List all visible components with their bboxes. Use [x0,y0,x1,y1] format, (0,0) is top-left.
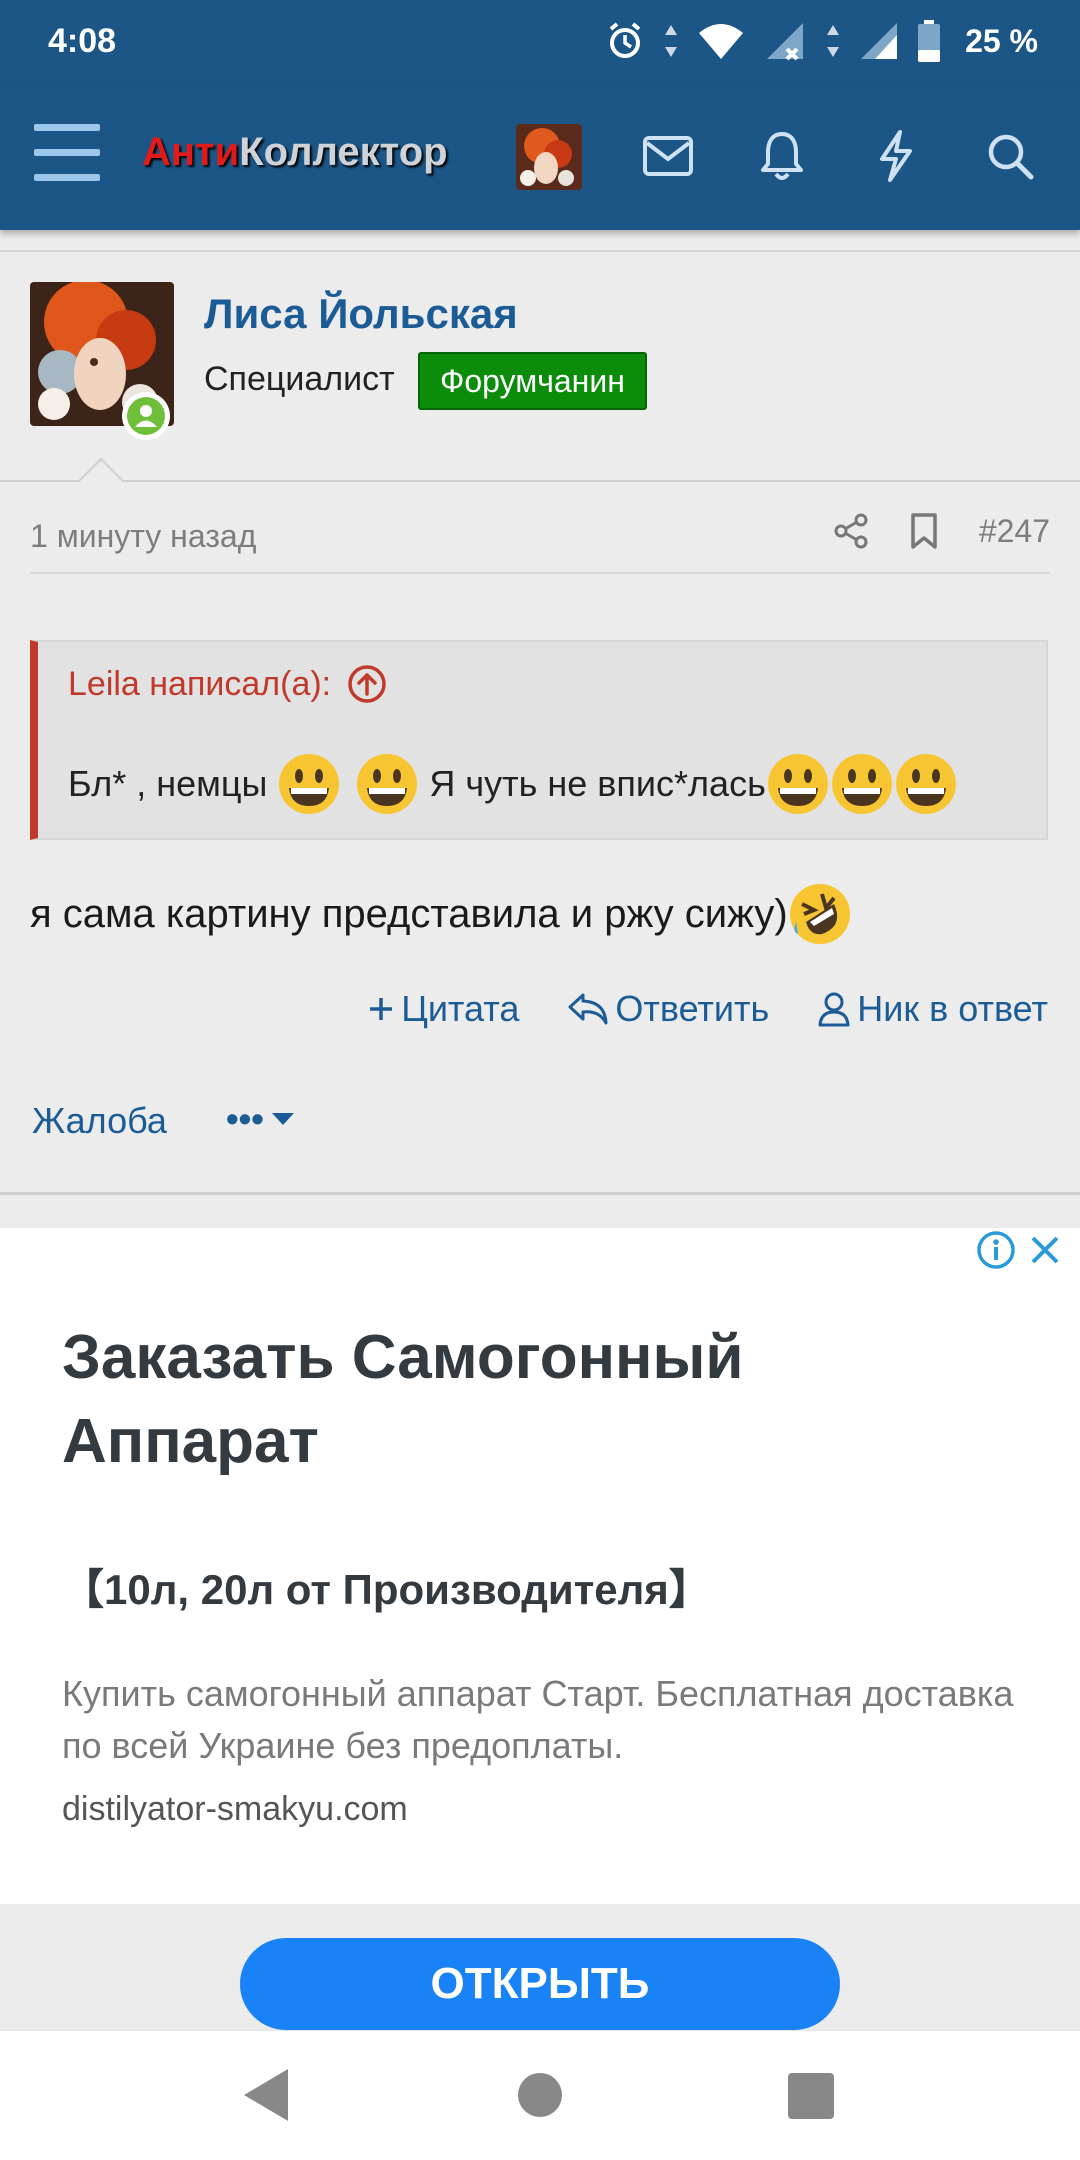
post-actions: Цитата Ответить Ник в ответ [367,988,1048,1030]
grinning-emoji-icon [279,754,340,814]
share-icon[interactable] [833,513,869,549]
post-message: я сама картину представила и ржу сижу) [30,882,852,946]
grinning-emoji-icon [767,754,828,814]
quote-text: Бл* , немцы Я чуть не впис*лась [68,752,958,816]
user-badge: Форумчанин [418,352,647,410]
grinning-emoji-icon [831,754,892,814]
data-arrows-icon-2 [827,25,840,57]
chevron-down-icon [271,1113,294,1125]
search-icon[interactable] [978,124,1042,188]
battery-percent: 25 % [965,22,1038,59]
app-header: АнтиКоллектор [0,84,1080,230]
complain-link[interactable]: Жалоба [32,1100,167,1142]
system-nav-bar [0,2030,1080,2160]
bookmark-icon[interactable] [909,512,939,550]
back-icon[interactable] [244,2069,288,2121]
ad-subtitle: 【10л, 20л от Производителя】 [62,1566,711,1613]
divider [0,250,1080,252]
avatar[interactable] [516,124,582,190]
ad-open-button[interactable]: ОТКРЫТЬ [240,1938,840,2030]
arrow-up-circle-icon[interactable] [347,664,387,704]
reply-button[interactable]: Ответить [567,988,769,1030]
bolt-icon[interactable] [864,124,928,188]
quote-text-part2: Я чуть не впис*лась [429,763,766,804]
post-time[interactable]: 1 минуту назад [30,518,256,555]
home-icon[interactable] [518,2073,562,2117]
logo-red-part: Анти [142,130,240,174]
more-dots: ••• [226,1098,264,1139]
more-menu-button[interactable]: ••• [226,1098,296,1140]
data-arrows-icon [665,25,678,57]
ad-url[interactable]: distilyator-smakyu.com [62,1790,408,1829]
post-number[interactable]: #247 [979,513,1050,550]
divider [30,572,1050,574]
nick-reply-button[interactable]: Ник в ответ [817,988,1048,1030]
divider [0,480,1080,482]
grinning-emoji-icon [357,754,418,814]
logo-rest-part: Коллектор [239,130,448,174]
reply-icon [568,993,608,1025]
quote-button[interactable]: Цитата [367,988,519,1030]
username[interactable]: Лиса Йольская [204,290,518,338]
alarm-icon [609,22,641,58]
grinning-emoji-icon [895,754,956,814]
plus-icon [370,998,393,1020]
mail-icon[interactable] [636,124,700,188]
battery-icon [918,20,941,62]
ad-title[interactable]: Заказать Самогонный Аппарат [62,1316,962,1484]
ad-description: Купить самогонный аппарат Старт. Бесплат… [62,1673,1014,1766]
info-icon[interactable] [976,1230,1016,1270]
rofl-emoji-icon [789,884,850,944]
quote-text-part1: Бл* , немцы [68,763,268,804]
close-icon[interactable] [1028,1233,1062,1267]
online-status-icon [122,392,170,440]
wifi-icon [699,24,744,59]
quote-author[interactable]: Leila написал(а): [68,665,331,704]
quote-header[interactable]: Leila написал(а): [68,664,387,704]
menu-icon[interactable] [34,124,100,184]
ad-controls [976,1230,1062,1270]
signal-icon-2 [861,23,898,59]
status-time: 4:08 [48,22,117,60]
quote-button-label: Цитата [401,988,520,1029]
site-logo[interactable]: АнтиКоллектор [142,130,448,175]
divider [0,1192,1080,1195]
recents-icon[interactable] [788,2073,834,2119]
status-bar: 4:08 25 % [0,0,1080,84]
post-meta-actions: #247 [833,512,1050,550]
reply-button-label: Ответить [615,988,770,1029]
user-title: Специалист [204,360,395,398]
bell-icon[interactable] [750,124,814,188]
user-icon [818,992,850,1027]
message-text: я сама картину представила и ржу сижу) [30,891,788,936]
pointer-arrow [78,458,124,482]
nick-reply-label: Ник в ответ [857,988,1048,1029]
status-icons: 25 % [605,20,1038,62]
signal-icon [767,23,804,61]
